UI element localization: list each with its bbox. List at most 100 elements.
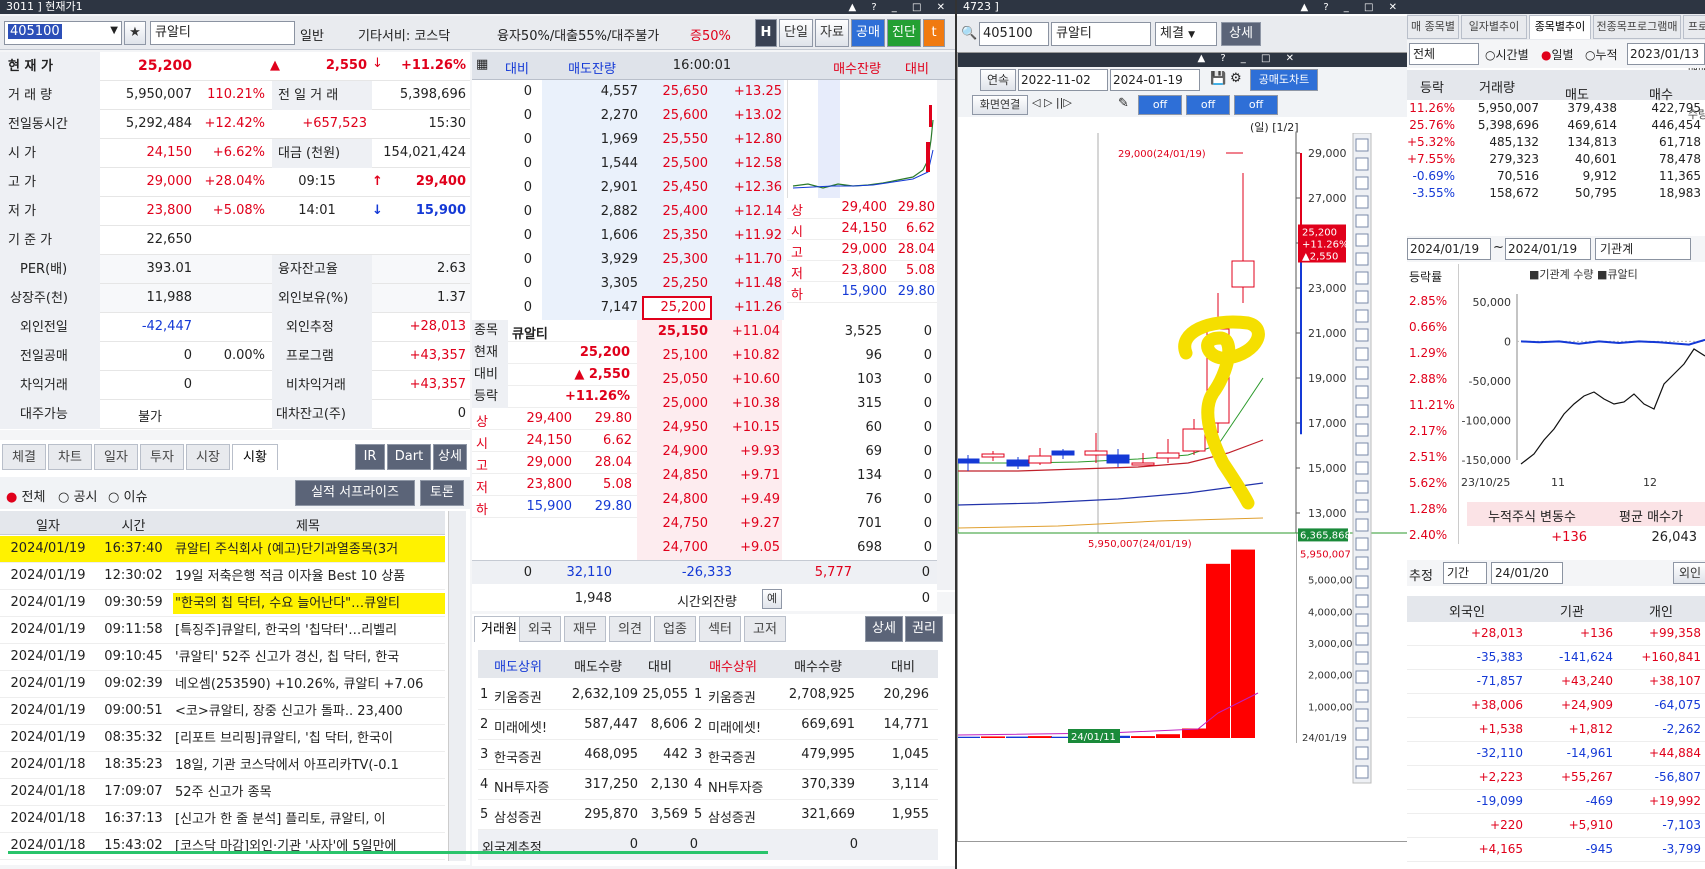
window-controls[interactable]: ▲ ? _ □ ✕: [1300, 1, 1403, 15]
investor-row[interactable]: +28,013 +136 +99,358: [1407, 622, 1705, 646]
after-hours-button[interactable]: 예: [762, 589, 782, 609]
chart-code-input[interactable]: 405100: [979, 22, 1049, 46]
tab-daily[interactable]: 일자: [94, 444, 138, 470]
news-scrollbar[interactable]: [448, 511, 466, 861]
chart-sub-titlebar[interactable]: ▲ ? _ □ ✕: [958, 53, 1407, 67]
investor-date-to[interactable]: 2024/01/19: [1505, 238, 1591, 260]
broker-row[interactable]: 1 키움증권 2,632,109 25,055 1 키움증권 2,708,925 20,296: [478, 680, 938, 710]
radio-daily[interactable]: ●일별: [1541, 46, 1574, 63]
broker-row[interactable]: 4 NH투자증 317,250 2,130 4 NH투자증 370,339 3,114: [478, 770, 938, 800]
news-row[interactable]: 2024/01/18 16:37:13 [신고가 한 줄 분석] 플리토, 큐알티,…: [0, 806, 445, 833]
news-row[interactable]: 2024/01/19 12:30:02 19일 저축은행 적금 이자율 Best 1…: [0, 563, 445, 590]
news-row[interactable]: 2024/01/19 08:35:32 [리포트 브리핑]큐알티, '칩 닥터, 한…: [0, 725, 445, 752]
bid-row[interactable]: 24,850 +9.71 134 0: [637, 464, 937, 488]
window-controls[interactable]: ▲ ? _ □ ✕: [848, 1, 951, 15]
news-row[interactable]: 2024/01/19 09:30:59 "한국의 칩 닥터, 수요 늘어난다"…큐알…: [0, 590, 445, 617]
investor-row[interactable]: -19,099 -469 +19,992: [1407, 790, 1705, 814]
investor-type-select[interactable]: 기관계: [1595, 238, 1691, 260]
bid-row[interactable]: 25,050 +10.60 103 0: [637, 368, 937, 392]
ask-row[interactable]: 0 2,882 25,400 +12.14: [472, 200, 784, 224]
data-button[interactable]: 자료: [815, 19, 849, 47]
bid-row[interactable]: 24,950 +10.15 60 0: [637, 416, 937, 440]
ir-button[interactable]: IR: [355, 444, 385, 470]
discussion-button[interactable]: 토론: [420, 480, 464, 506]
investor-row[interactable]: +2,223 +55,267 -56,807: [1407, 766, 1705, 790]
period-select[interactable]: 기간: [1443, 562, 1487, 584]
radio-hourly[interactable]: ○시간별: [1485, 46, 1529, 63]
favorite-star-button[interactable]: ★: [124, 21, 146, 45]
settings-icon[interactable]: ▦: [476, 57, 488, 72]
investor-row[interactable]: -71,857 +43,240 +38,107: [1407, 670, 1705, 694]
broker-tab[interactable]: 의견: [609, 616, 651, 642]
date-from-input[interactable]: 2022-11-02: [1018, 69, 1108, 91]
broker-tab[interactable]: 섹터: [699, 616, 741, 642]
broker-row[interactable]: 5 삼성증권 295,870 3,569 5 삼성증권 321,669 1,955: [478, 800, 938, 830]
detail-button[interactable]: 상세: [433, 444, 467, 470]
investor-row[interactable]: +4,165 -945 -3,799: [1407, 838, 1705, 862]
broker-tab[interactable]: 거래원: [474, 616, 524, 642]
news-row[interactable]: 2024/01/18 18:35:23 18일, 기관 코스닥에서 아프리카TV(-…: [0, 752, 445, 779]
filter-issue-radio[interactable]: ○ 이슈: [108, 486, 147, 505]
tool-icon[interactable]: ⚙: [1230, 71, 1242, 86]
tab-chart[interactable]: 차트: [48, 444, 92, 470]
off-toggle-3[interactable]: off: [1234, 95, 1278, 115]
bid-row[interactable]: 25,150 +11.04 3,525 0: [637, 320, 937, 344]
program-tab[interactable]: 종목별추이: [1529, 15, 1591, 39]
window-controls[interactable]: ▲ ? _ □ ✕: [1197, 53, 1300, 64]
program-row[interactable]: +7.55% 279,323 40,601 78,478: [1407, 151, 1705, 168]
save-icon[interactable]: 💾: [1210, 71, 1226, 86]
screen-link-button[interactable]: 화면연결: [972, 95, 1028, 115]
news-row[interactable]: 2024/01/19 09:10:45 '큐알티' 52주 신고가 경신, 칩 닥터…: [0, 644, 445, 671]
dart-button[interactable]: Dart: [387, 444, 431, 470]
news-row[interactable]: 2024/01/19 09:11:58 [특징주]큐알티, 한국의 '칩닥터'…리벨…: [0, 617, 445, 644]
tab-news[interactable]: 시황: [232, 444, 278, 470]
investor-row[interactable]: +220 +5,910 -7,103: [1407, 814, 1705, 838]
off-toggle-1[interactable]: off: [1138, 95, 1182, 115]
broker-tab[interactable]: 재무: [564, 616, 606, 642]
filter-disclosure-radio[interactable]: ○ 공시: [58, 486, 97, 505]
bid-row[interactable]: 24,800 +9.49 76 0: [637, 488, 937, 512]
single-button[interactable]: 단일: [779, 19, 813, 47]
tab-trades[interactable]: 체결: [2, 444, 46, 470]
date-to-input[interactable]: 2024-01-19: [1110, 69, 1200, 91]
program-tab[interactable]: 프로그램매매공시수량: [1683, 15, 1705, 121]
chart-name-field[interactable]: 큐알티: [1051, 22, 1151, 46]
h-button[interactable]: H: [755, 19, 777, 47]
program-row[interactable]: 25.76% 5,398,696 469,614 446,454: [1407, 117, 1705, 134]
ask-row[interactable]: 0 7,147 25,200 +11.26: [472, 296, 784, 320]
short-chart-button[interactable]: 공매도차트: [1250, 69, 1318, 91]
rights-button[interactable]: 권리: [905, 616, 943, 642]
news-row[interactable]: 2024/01/19 16:37:40 큐알티 주식회사 (예고)단기과열종목(3거: [0, 536, 445, 563]
program-date-input[interactable]: 2023/01/13: [1627, 43, 1705, 65]
t-button[interactable]: t: [923, 19, 945, 47]
broker-detail-button[interactable]: 상세: [865, 616, 903, 642]
program-row[interactable]: +5.32% 485,132 134,813 61,718: [1407, 134, 1705, 151]
program-tab[interactable]: 일자별추이: [1461, 15, 1527, 39]
news-row[interactable]: 2024/01/19 09:00:51 <코>큐알티, 장중 신고가 돌파.. 23…: [0, 698, 445, 725]
news-row[interactable]: 2024/01/18 15:43:02 [코스닥 마감]외인·기관 '사자'에 5일…: [0, 833, 445, 860]
broker-row[interactable]: 2 미래에셋! 587,447 8,606 2 미래에셋! 669,691 14,771: [478, 710, 938, 740]
off-toggle-2[interactable]: off: [1186, 95, 1230, 115]
stock-name-field[interactable]: 큐알티: [150, 21, 295, 45]
bid-row[interactable]: 25,000 +10.38 315 0: [637, 392, 937, 416]
investor-date-from[interactable]: 2024/01/19: [1407, 238, 1491, 260]
tab-market[interactable]: 시장: [186, 444, 230, 470]
pen-icon[interactable]: ✎: [1118, 96, 1129, 111]
period-date-input[interactable]: 24/01/20: [1491, 562, 1563, 584]
filter-all-radio[interactable]: ● 전체: [6, 486, 45, 505]
search-icon[interactable]: 🔍: [961, 26, 977, 41]
ask-row[interactable]: 0 2,270 25,600 +13.02: [472, 104, 784, 128]
foreign-button[interactable]: 외인: [1673, 562, 1705, 584]
continuous-button[interactable]: 연속: [980, 69, 1016, 91]
ask-row[interactable]: 0 3,929 25,300 +11.70: [472, 248, 784, 272]
ob-scroll-right[interactable]: [937, 80, 955, 590]
earnings-surprise-button[interactable]: 실적 서프라이즈: [295, 480, 415, 506]
broker-tab[interactable]: 고저: [744, 616, 786, 642]
short-sell-button[interactable]: 공매: [851, 19, 885, 47]
code-input[interactable]: 405100 ▼: [4, 21, 122, 45]
diagnosis-button[interactable]: 진단: [887, 19, 921, 47]
playback-icons[interactable]: ◁ ▷ ||▷: [1032, 96, 1072, 109]
program-tab[interactable]: 전종목프로그램매매: [1593, 15, 1681, 55]
ask-row[interactable]: 0 2,901 25,450 +12.36: [472, 176, 784, 200]
broker-tab[interactable]: 외국: [519, 616, 561, 642]
